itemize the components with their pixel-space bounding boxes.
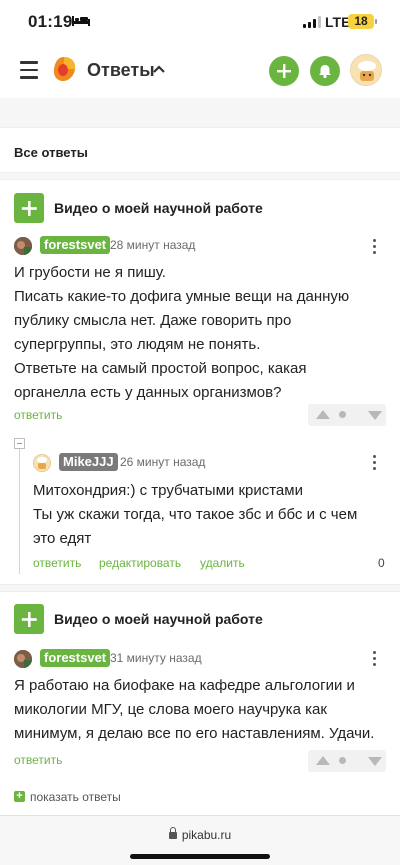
- reply-line: это едят: [33, 530, 92, 547]
- sleep-mode-icon: [72, 16, 90, 26]
- comment-line: Ответьте на самый простой вопрос, какая: [14, 360, 307, 377]
- battery-icon: 18: [348, 14, 377, 29]
- comment-author[interactable]: forestsvet: [40, 649, 111, 667]
- status-time: 01:19: [28, 12, 73, 31]
- reply-link[interactable]: ответить: [14, 753, 62, 767]
- upvote-icon[interactable]: [316, 410, 330, 419]
- comment-meta: forestsvet 31 минуту назад: [14, 649, 386, 669]
- downvote-button[interactable]: [364, 750, 386, 772]
- reply-line: Ты уж скажи тогда, что такое збс и ббс и…: [33, 506, 358, 523]
- delete-link[interactable]: удалить: [200, 556, 245, 570]
- comment-line: Я работаю на биофаке на кафедре альголог…: [14, 677, 355, 694]
- reply-line: Митохондрия:) с трубчатыми кристами: [33, 482, 303, 499]
- comment-time[interactable]: 31 минуту назад: [110, 651, 202, 665]
- comment-line: микологии МГУ, це слова моего научрука к…: [14, 701, 327, 718]
- downvote-button[interactable]: [364, 404, 386, 426]
- pikabu-logo[interactable]: [51, 55, 77, 83]
- home-indicator[interactable]: [130, 854, 270, 859]
- downvote-icon: [368, 757, 382, 766]
- browser-address-bar: pikabu.ru: [0, 815, 400, 865]
- avatar[interactable]: [14, 237, 32, 255]
- reply-author[interactable]: MikeJJJ: [59, 453, 118, 471]
- reply-body: Митохондрия:) с трубчатыми кристами Ты у…: [33, 479, 388, 551]
- upvote-icon[interactable]: [316, 756, 330, 765]
- post-header[interactable]: Видео о моей научной работе: [14, 193, 386, 223]
- comment-body: И грубости не я пишу. Писать какие-то до…: [14, 261, 386, 405]
- header-title[interactable]: Ответы: [87, 60, 155, 81]
- collapse-thread-button[interactable]: [14, 438, 25, 449]
- plus-icon: +: [14, 791, 25, 802]
- comment-line: минимум, я делаю все по его наставлениям…: [14, 725, 375, 742]
- more-options-icon[interactable]: [371, 239, 377, 255]
- comment-line: органелла есть у данных организмов?: [14, 384, 282, 401]
- show-replies-button[interactable]: + показать ответы: [14, 790, 214, 804]
- comment-line: супергруппы, это людям не понять.: [14, 336, 261, 353]
- post-title[interactable]: Видео о моей научной работе: [54, 611, 294, 627]
- avatar[interactable]: [350, 54, 382, 86]
- section-title: Все ответы: [14, 145, 88, 160]
- spacer: [0, 98, 400, 128]
- lock-icon: [168, 827, 177, 839]
- more-options-icon[interactable]: [371, 651, 377, 667]
- plus-icon: [21, 201, 37, 216]
- app-header: Ответы: [0, 44, 400, 98]
- expand-post-button[interactable]: [14, 604, 44, 634]
- reply-time[interactable]: 26 минут назад: [120, 455, 205, 469]
- post-header[interactable]: Видео о моей научной работе: [14, 604, 386, 634]
- comment-body: Я работаю на биофаке на кафедре альголог…: [14, 674, 394, 746]
- avatar[interactable]: [14, 650, 32, 668]
- divider: [0, 584, 400, 592]
- rating-dot: [339, 757, 346, 764]
- comment-meta: forestsvet 28 минут назад: [14, 236, 386, 256]
- comment-author[interactable]: forestsvet: [40, 236, 111, 254]
- status-bar: 01:19 LTE 18: [0, 0, 400, 44]
- comment-line: Писать какие-то дофига умные вещи на дан…: [14, 288, 350, 305]
- rating-dot: [339, 411, 346, 418]
- add-post-button[interactable]: [269, 56, 299, 86]
- divider: [0, 172, 400, 180]
- edit-link[interactable]: редактировать: [99, 556, 181, 570]
- thread-line[interactable]: [19, 449, 20, 574]
- more-options-icon[interactable]: [371, 455, 377, 471]
- comment-time[interactable]: 28 минут назад: [110, 238, 195, 252]
- reply-link[interactable]: ответить: [14, 408, 62, 422]
- address-field[interactable]: pikabu.ru: [0, 827, 400, 842]
- reply-meta: MikeJJJ 26 минут назад: [33, 453, 385, 473]
- avatar[interactable]: [33, 454, 51, 472]
- bell-icon: [319, 65, 331, 79]
- signal-icon: [303, 16, 321, 28]
- post-title[interactable]: Видео о моей научной работе: [54, 200, 294, 216]
- menu-icon[interactable]: [20, 61, 38, 79]
- network-type: LTE: [325, 14, 351, 30]
- plus-icon: [277, 64, 291, 78]
- reply-rating: 0: [378, 556, 385, 570]
- comment-line: И грубости не я пишу.: [14, 264, 166, 281]
- reply-link[interactable]: ответить: [33, 556, 81, 570]
- url-text[interactable]: pikabu.ru: [182, 828, 231, 842]
- show-replies-label[interactable]: показать ответы: [30, 790, 121, 804]
- chevron-up-icon[interactable]: [153, 64, 165, 74]
- notifications-button[interactable]: [310, 56, 340, 86]
- downvote-icon: [368, 411, 382, 420]
- plus-icon: [21, 612, 37, 627]
- expand-post-button[interactable]: [14, 193, 44, 223]
- comment-line: публику смысла нет. Даже говорить про: [14, 312, 292, 329]
